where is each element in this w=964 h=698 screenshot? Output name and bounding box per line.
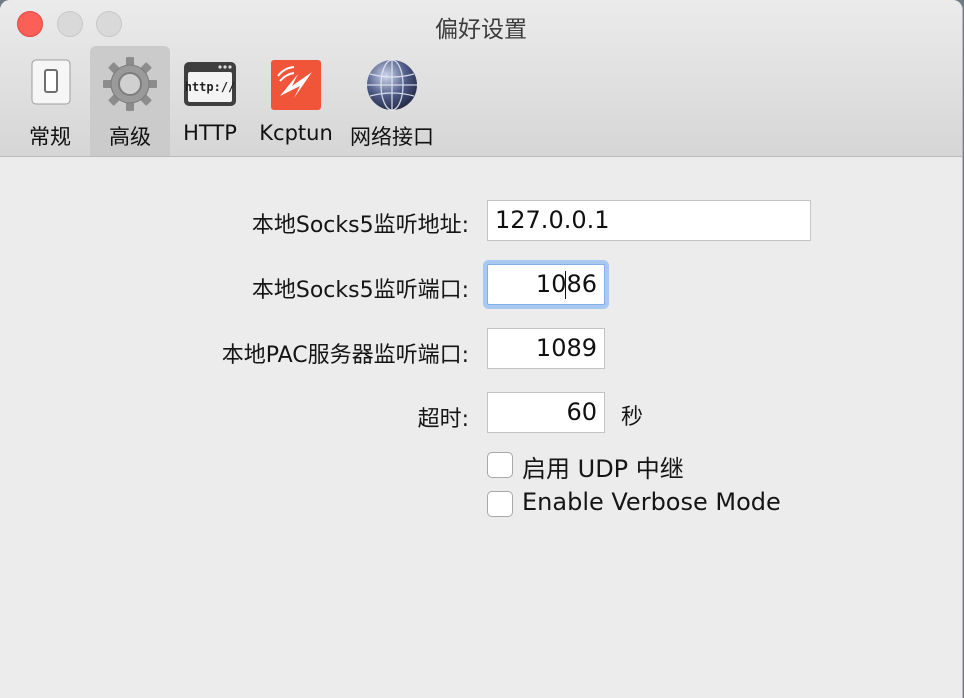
socks5-address-label: 本地Socks5监听地址: [251,213,469,238]
tab-label: Kcptun [259,121,333,145]
tab-label: 常规 [29,125,71,149]
socks5-address-input[interactable]: 127.0.0.1 [487,200,811,241]
preferences-window: 偏好设置 常规 高级 http:// HTTP Kcptun 网络接口 本地So… [0,0,963,698]
socks5-port-value: 1086 [535,270,597,298]
udp-relay-checkbox[interactable] [487,452,513,478]
socks5-address-value: 127.0.0.1 [495,206,610,234]
socks5-port-input[interactable]: 1086 [487,264,605,305]
gear-icon [103,57,157,111]
pac-port-input[interactable]: 1089 [487,328,605,369]
tab-kcptun[interactable]: Kcptun [254,46,338,156]
udp-relay-label[interactable]: 启用 UDP 中继 [522,449,684,484]
titlebar: 偏好设置 常规 高级 http:// HTTP Kcptun 网络接口 [0,0,962,157]
globe-network-icon [367,59,417,111]
http-window-icon: http:// [184,62,236,106]
text-cursor [565,271,566,299]
socks5-port-label: 本地Socks5监听端口: [251,278,469,303]
timeout-label: 超时: [417,407,469,432]
kcptun-icon [271,60,321,110]
timeout-unit: 秒 [621,405,644,430]
tab-http[interactable]: http:// HTTP [172,46,248,156]
tab-label: 高级 [109,125,151,149]
timeout-value: 60 [566,398,597,426]
timeout-input[interactable]: 60 [487,392,605,433]
tab-network-interface[interactable]: 网络接口 [344,46,440,156]
http-icon-text: http:// [185,80,236,94]
toggle-switch-icon [31,59,71,105]
tab-label: HTTP [183,121,237,145]
window-title: 偏好设置 [435,17,527,43]
verbose-mode-label[interactable]: Enable Verbose Mode [522,488,781,516]
advanced-settings-panel: 本地Socks5监听地址: 127.0.0.1 本地Socks5监听端口: 10… [0,157,962,698]
tab-advanced[interactable]: 高级 [90,46,170,156]
verbose-mode-checkbox[interactable] [487,491,513,517]
tab-label: 网络接口 [350,125,434,149]
pac-port-label: 本地PAC服务器监听端口: [221,343,469,368]
tab-general[interactable]: 常规 [12,46,88,156]
pac-port-value: 1089 [535,334,597,362]
